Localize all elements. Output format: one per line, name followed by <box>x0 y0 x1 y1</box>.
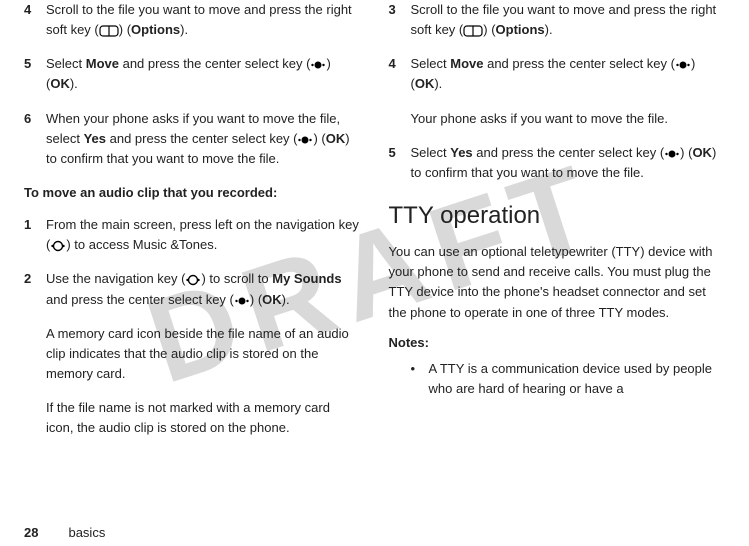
paragraph: A memory card icon beside the file name … <box>24 324 361 384</box>
step-body: Use the navigation key ( ) to scroll to M… <box>46 269 361 309</box>
step-5: 5 Select Yes and press the center select… <box>389 143 726 183</box>
step-body: Select Yes and press the center select k… <box>411 143 726 183</box>
bullet-text: A TTY is a communication device used by … <box>429 359 726 399</box>
center-key-icon <box>297 134 313 146</box>
soft-key-icon <box>99 25 119 37</box>
text: Select <box>46 56 86 71</box>
center-key-icon <box>664 148 680 160</box>
paragraph-body: Your phone asks if you want to move the … <box>411 109 726 129</box>
subheading: To move an audio clip that you recorded: <box>24 183 361 203</box>
spacer <box>24 398 46 438</box>
step-number: 4 <box>389 54 411 94</box>
footer-section: basics <box>68 525 105 540</box>
text: ). <box>282 292 290 307</box>
text: Use the navigation key ( <box>46 271 185 286</box>
step-2: 2 Use the navigation key ( ) to scroll to… <box>24 269 361 309</box>
spacer <box>24 324 46 384</box>
label-options: Options <box>131 22 180 37</box>
label-ok: OK <box>692 145 712 160</box>
text: ) ( <box>250 292 262 307</box>
step-body: Select Move and press the center select … <box>46 54 361 94</box>
text: and press the center select key ( <box>483 56 674 71</box>
text: and press the center select key ( <box>106 131 297 146</box>
text: ) ( <box>680 145 692 160</box>
paragraph-body: A memory card icon beside the file name … <box>46 324 361 384</box>
paragraph: If the file name is not marked with a me… <box>24 398 361 438</box>
step-body: Scroll to the file you want to move and … <box>46 0 361 40</box>
step-number: 3 <box>389 0 411 40</box>
text: Select <box>411 145 451 160</box>
label-yes: Yes <box>84 131 106 146</box>
text: Scroll to the file you want to move and … <box>46 2 352 37</box>
bullet-item: • A TTY is a communication device used b… <box>389 359 726 399</box>
spacer <box>389 109 411 129</box>
paragraph: Your phone asks if you want to move the … <box>389 109 726 129</box>
text: ) to scroll to <box>201 271 272 286</box>
text: and press the center select key ( <box>119 56 310 71</box>
step-4: 4 Select Move and press the center selec… <box>389 54 726 94</box>
nav-key-icon <box>185 274 201 286</box>
text: ) ( <box>119 22 131 37</box>
soft-key-icon <box>463 25 483 37</box>
text: and press the center select key ( <box>46 292 234 307</box>
center-key-icon <box>310 59 326 71</box>
step-number: 5 <box>24 54 46 94</box>
step-5: 5 Select Move and press the center selec… <box>24 54 361 94</box>
page-number: 28 <box>24 525 38 540</box>
text: ) to access Music &Tones. <box>66 237 217 252</box>
bullet-dot-icon: • <box>411 359 429 399</box>
left-column: 4 Scroll to the file you want to move an… <box>10 0 375 510</box>
label-ok: OK <box>50 76 70 91</box>
step-3: 3 Scroll to the file you want to move an… <box>389 0 726 40</box>
step-1: 1 From the main screen, press left on th… <box>24 215 361 255</box>
step-6: 6 When your phone asks if you want to mo… <box>24 109 361 169</box>
section-heading-tty: TTY operation <box>389 197 726 234</box>
text: ). <box>545 22 553 37</box>
label-my-sounds: My Sounds <box>272 271 341 286</box>
label-ok: OK <box>415 76 435 91</box>
step-4: 4 Scroll to the file you want to move an… <box>24 0 361 40</box>
text: ). <box>70 76 78 91</box>
step-number: 4 <box>24 0 46 40</box>
text: Scroll to the file you want to move and … <box>411 2 717 37</box>
step-body: Select Move and press the center select … <box>411 54 726 94</box>
step-body: When your phone asks if you want to move… <box>46 109 361 169</box>
notes-label: Notes: <box>389 333 726 353</box>
step-body: From the main screen, press left on the … <box>46 215 361 255</box>
step-number: 2 <box>24 269 46 309</box>
text: Select <box>411 56 451 71</box>
step-number: 5 <box>389 143 411 183</box>
center-key-icon <box>234 295 250 307</box>
label-move: Move <box>450 56 483 71</box>
step-number: 1 <box>24 215 46 255</box>
step-body: Scroll to the file you want to move and … <box>411 0 726 40</box>
page-columns: 4 Scroll to the file you want to move an… <box>0 0 749 510</box>
text: ). <box>180 22 188 37</box>
section-body: You can use an optional teletypewriter (… <box>389 242 726 323</box>
center-key-icon <box>675 59 691 71</box>
page-footer: 28 basics <box>24 525 105 540</box>
nav-key-icon <box>50 240 66 252</box>
text: and press the center select key ( <box>473 145 664 160</box>
step-number: 6 <box>24 109 46 169</box>
paragraph-body: If the file name is not marked with a me… <box>46 398 361 438</box>
label-yes: Yes <box>450 145 472 160</box>
text: ) ( <box>483 22 495 37</box>
right-column: 3 Scroll to the file you want to move an… <box>375 0 740 510</box>
label-options: Options <box>496 22 545 37</box>
text: ) ( <box>313 131 325 146</box>
label-ok: OK <box>326 131 346 146</box>
text: ). <box>434 76 442 91</box>
label-ok: OK <box>262 292 282 307</box>
label-move: Move <box>86 56 119 71</box>
